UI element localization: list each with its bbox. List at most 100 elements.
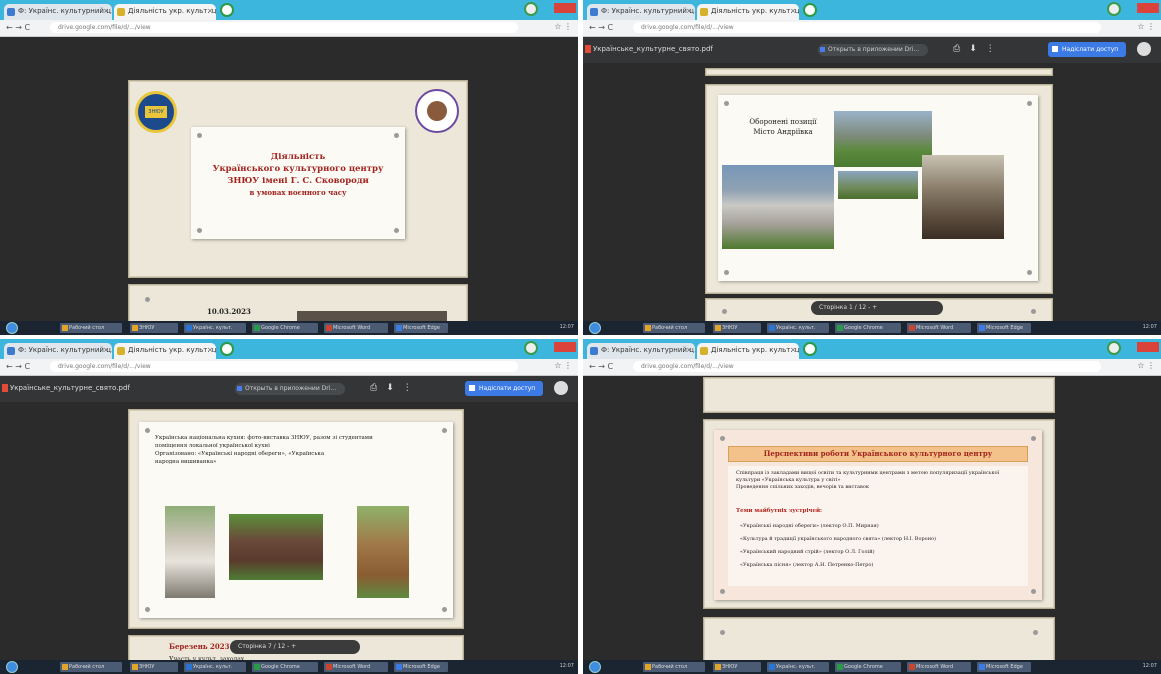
taskbar-button[interactable]: Microsoft Edge (394, 323, 448, 333)
share-button[interactable]: Надіслати доступ (465, 381, 543, 396)
close-tab-icon[interactable]: × (686, 7, 692, 15)
taskbar-button[interactable]: Microsoft Edge (977, 662, 1031, 672)
pdf-tools[interactable]: ⎙⬇⋮ (370, 383, 421, 393)
close-window-button[interactable] (554, 3, 576, 13)
taskbar-button[interactable]: Українс. культ. (767, 662, 829, 672)
extension-icons[interactable]: ☆ ⋮ (554, 22, 572, 31)
url-field[interactable]: drive.google.com/file/d/.../view (633, 361, 1101, 372)
favicon-icon (590, 8, 598, 16)
close-tab-icon[interactable]: × (790, 7, 796, 15)
browser-tab-active[interactable]: Діяльність укр. культ. центру× (697, 343, 799, 359)
extension-icons[interactable]: ☆ ⋮ (1137, 22, 1155, 31)
new-tab-button[interactable] (220, 3, 234, 17)
start-button[interactable] (589, 661, 601, 673)
close-window-button[interactable] (1137, 3, 1159, 13)
pin-icon (724, 101, 729, 106)
building-photo (834, 111, 932, 167)
favicon-icon (117, 347, 125, 355)
profile-icon[interactable] (524, 2, 538, 16)
browser-tab[interactable]: Ф: Українс. культурний ц... × (4, 4, 112, 20)
close-tab-icon[interactable]: × (790, 346, 796, 354)
taskbar-button[interactable]: Microsoft Word (324, 662, 388, 672)
system-tray[interactable]: 12:07 (1143, 663, 1157, 669)
pin-icon (442, 607, 447, 612)
share-icon (1052, 46, 1058, 52)
text-photo-card: Українська національна кухня: фото-виста… (139, 422, 453, 618)
browser-tab-active[interactable]: Діяльність укр. культ. центру× (114, 343, 216, 359)
avatar[interactable] (1137, 42, 1151, 56)
url-field[interactable]: drive.google.com/file/d/.../view (633, 22, 1101, 33)
url-field[interactable]: drive.google.com/file/d/.../view (50, 22, 518, 33)
extension-icons[interactable]: ☆ ⋮ (554, 361, 572, 370)
folder-icon (715, 664, 721, 670)
new-tab-button[interactable] (803, 342, 817, 356)
slide-plans: Перспективи роботи Українського культурн… (703, 419, 1055, 609)
taskbar-button[interactable]: Google Chrome (835, 323, 901, 333)
start-button[interactable] (589, 322, 601, 334)
taskbar-button[interactable]: ЗНЮУ (713, 662, 761, 672)
plans-body: Співпраця із закладами вищої освіти та к… (728, 466, 1028, 586)
taskbar-button[interactable]: Рабочий стол (60, 323, 122, 333)
start-button[interactable] (6, 322, 18, 334)
nav-buttons[interactable]: ← → C (589, 23, 613, 32)
drive-icon (237, 386, 242, 391)
taskbar-button[interactable]: Google Chrome (252, 662, 318, 672)
browser-tab-active[interactable]: Діяльність укр. культ. центру× (697, 4, 799, 20)
close-tab-icon[interactable]: × (207, 346, 213, 354)
url-field[interactable]: drive.google.com/file/d/.../view (50, 361, 518, 372)
pdf-toolbar: Українське_культурне_свято.pdf Открыть в… (0, 376, 578, 402)
taskbar-button[interactable]: ЗНЮУ (130, 323, 178, 333)
taskbar-button[interactable]: Microsoft Edge (977, 323, 1031, 333)
nav-buttons[interactable]: ← → C (6, 362, 30, 371)
wall-photo (722, 165, 834, 249)
close-tab-icon[interactable]: × (686, 346, 692, 354)
pdf-tools[interactable]: ⎙⬇⋮ (953, 44, 1004, 54)
costume-photo (165, 506, 215, 598)
taskbar-button[interactable]: Google Chrome (252, 323, 318, 333)
taskbar-button[interactable]: Рабочий стол (643, 662, 705, 672)
browser-tab-active[interactable]: Діяльність укр. культ. центру× (114, 4, 216, 20)
profile-icon[interactable] (524, 341, 538, 355)
taskbar-button[interactable]: Microsoft Word (907, 323, 971, 333)
app-icon (979, 325, 985, 331)
nav-buttons[interactable]: ← → C (6, 23, 30, 32)
emblem-icon (427, 101, 447, 121)
open-with-button[interactable]: Открыть в приложении Dri... (235, 383, 345, 395)
taskbar-button[interactable]: Microsoft Word (907, 662, 971, 672)
nav-buttons[interactable]: ← → C (589, 362, 613, 371)
close-window-button[interactable] (1137, 342, 1159, 352)
avatar[interactable] (554, 381, 568, 395)
browser-tab[interactable]: Ф: Українс. культурний ц... × (587, 4, 695, 20)
new-tab-button[interactable] (220, 342, 234, 356)
taskbar-button[interactable]: Microsoft Edge (394, 662, 448, 672)
taskbar-button[interactable]: Google Chrome (835, 662, 901, 672)
taskbar-button[interactable]: Українс. культ. (184, 662, 246, 672)
close-tab-icon[interactable]: × (103, 346, 109, 354)
close-tab-icon[interactable]: × (207, 7, 213, 15)
taskbar-button[interactable]: Рабочий стол (60, 662, 122, 672)
browser-tab[interactable]: Ф: Українс. культурний ц... × (4, 343, 112, 359)
system-tray[interactable]: 12:07 (1143, 324, 1157, 330)
system-tray[interactable]: 12:07 (560, 324, 574, 330)
page-navigation[interactable]: Сторінка 1 / 12 - + (811, 301, 943, 315)
app-icon (396, 325, 402, 331)
taskbar-button[interactable]: Українс. культ. (767, 323, 829, 333)
start-button[interactable] (6, 661, 18, 673)
taskbar-button[interactable]: Українс. культ. (184, 323, 246, 333)
share-button[interactable]: Надіслати доступ (1048, 42, 1126, 57)
system-tray[interactable]: 12:07 (560, 663, 574, 669)
taskbar-button[interactable]: ЗНЮУ (713, 323, 761, 333)
taskbar-button[interactable]: Рабочий стол (643, 323, 705, 333)
taskbar-button[interactable]: ЗНЮУ (130, 662, 178, 672)
profile-icon[interactable] (1107, 341, 1121, 355)
profile-icon[interactable] (1107, 2, 1121, 16)
close-tab-icon[interactable]: × (103, 7, 109, 15)
new-tab-button[interactable] (803, 3, 817, 17)
open-with-button[interactable]: Открыть в приложении Dri... (818, 44, 928, 56)
page-navigation[interactable]: Сторінка 7 / 12 - + (230, 640, 360, 654)
extension-icons[interactable]: ☆ ⋮ (1137, 361, 1155, 370)
taskbar-button[interactable]: Microsoft Word (324, 323, 388, 333)
browser-tab[interactable]: Ф: Українс. культурний ц... × (587, 343, 695, 359)
pin-icon (394, 133, 399, 138)
close-window-button[interactable] (554, 342, 576, 352)
